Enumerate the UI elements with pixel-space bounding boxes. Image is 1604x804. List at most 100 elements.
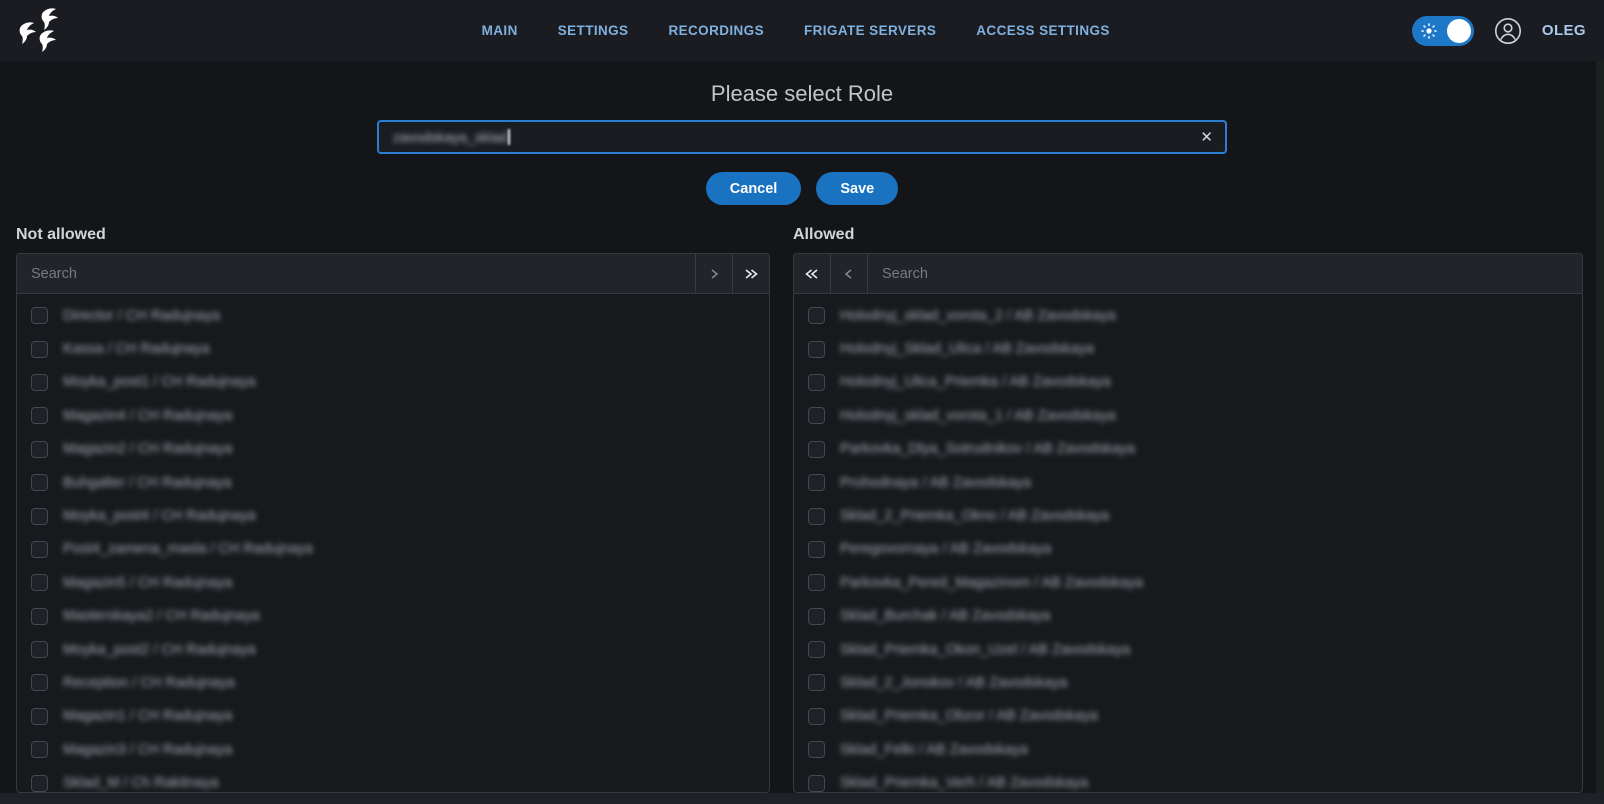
checkbox[interactable] (31, 541, 48, 558)
role-search-input[interactable]: zavodskaya_sklad ✕ (377, 120, 1227, 154)
checkbox[interactable] (31, 574, 48, 591)
app-logo[interactable] (18, 7, 70, 55)
list-item[interactable]: Sklad_Burchak / AB Zavodskaya (794, 600, 1582, 633)
list-item[interactable]: Kassa / CH Radujnaya (17, 332, 769, 365)
checkbox[interactable] (31, 474, 48, 491)
checkbox[interactable] (808, 474, 825, 491)
list-item[interactable]: Sklad_M / Ch Rakitnaya (17, 766, 769, 792)
list-item[interactable]: Magazin2 / CH Radujnaya (17, 433, 769, 466)
list-item-label: Sklad_M / Ch Rakitnaya (63, 775, 219, 791)
nav-link[interactable]: FRIGATE SERVERS (804, 23, 936, 38)
checkbox[interactable] (808, 641, 825, 658)
list-item[interactable]: Director / CH Radujnaya (17, 299, 769, 332)
checkbox[interactable] (808, 541, 825, 558)
list-item[interactable]: Prohodnaya / AB Zavodskaya (794, 466, 1582, 499)
checkbox[interactable] (31, 674, 48, 691)
theme-toggle[interactable] (1412, 16, 1474, 46)
clear-icon[interactable]: ✕ (1200, 122, 1213, 152)
list-item-label: Director / CH Radujnaya (63, 308, 220, 324)
chevron-right-icon (706, 266, 722, 282)
checkbox[interactable] (31, 441, 48, 458)
nav-link[interactable]: ACCESS SETTINGS (976, 23, 1110, 38)
not-allowed-list: Director / CH Radujnaya Kassa / CH Raduj… (17, 294, 769, 792)
list-item[interactable]: Sklad_Priemka_Verh / AB Zavodskaya (794, 766, 1582, 792)
double-chevron-left-icon (803, 266, 821, 282)
checkbox[interactable] (808, 407, 825, 424)
move-all-right-button[interactable] (732, 254, 769, 293)
move-selected-right-button[interactable] (695, 254, 732, 293)
list-item-label: Moyka_post4 / CH Radujnaya (63, 508, 256, 524)
list-item[interactable]: Sklad_2_Jonokov / AB Zavodskaya (794, 666, 1582, 699)
checkbox[interactable] (808, 574, 825, 591)
list-item[interactable]: Buhgalter / CH Radujnaya (17, 466, 769, 499)
checkbox[interactable] (31, 374, 48, 391)
user-icon[interactable] (1494, 17, 1522, 45)
top-bar-right: OLEG (1412, 16, 1586, 46)
list-item[interactable]: Moyka_post2 / CH Radujnaya (17, 633, 769, 666)
toggle-knob (1447, 19, 1471, 43)
list-item[interactable]: Parkovka_Dlya_Sotrudnikov / AB Zavodskay… (794, 433, 1582, 466)
list-item-label: Holodnyj_sklad_vorota_1 / AB Zavodskaya (840, 408, 1116, 424)
list-item[interactable]: Masterskaya2 / CH Radujnaya (17, 600, 769, 633)
checkbox[interactable] (808, 608, 825, 625)
page-scrollbar[interactable] (1596, 61, 1604, 804)
list-item[interactable]: Magazin5 / CH Radujnaya (17, 566, 769, 599)
checkbox[interactable] (808, 508, 825, 525)
list-item[interactable]: Holodnyj_sklad_vorota_2 / AB Zavodskaya (794, 299, 1582, 332)
list-item[interactable]: Sklad_2_Priemka_Okno / AB Zavodskaya (794, 499, 1582, 532)
checkbox[interactable] (31, 307, 48, 324)
list-item[interactable]: Parkovka_Pered_Magazinom / AB Zavodskaya (794, 566, 1582, 599)
list-item-label: Holodnyj_sklad_vorota_2 / AB Zavodskaya (840, 308, 1116, 324)
checkbox[interactable] (31, 608, 48, 625)
list-item[interactable]: Holodnyj_Sklad_Ulica / AB Zavodskaya (794, 332, 1582, 365)
nav-link[interactable]: RECORDINGS (668, 23, 764, 38)
not-allowed-title: Not allowed (16, 226, 770, 244)
cancel-button[interactable]: Cancel (706, 172, 802, 205)
list-item-label: Peregovornaya / AB Zavodskaya (840, 541, 1051, 557)
checkbox[interactable] (808, 374, 825, 391)
list-item[interactable]: Sklad_Priemka_Obzor / AB Zavodskaya (794, 700, 1582, 733)
checkbox[interactable] (31, 741, 48, 758)
list-item[interactable]: Reception / CH Radujnaya (17, 666, 769, 699)
checkbox[interactable] (808, 741, 825, 758)
action-buttons: Cancel Save (0, 172, 1604, 205)
list-item-label: Magazin4 / CH Radujnaya (63, 408, 232, 424)
checkbox[interactable] (808, 341, 825, 358)
checkbox[interactable] (808, 674, 825, 691)
checkbox[interactable] (31, 407, 48, 424)
username[interactable]: OLEG (1542, 22, 1586, 39)
list-item[interactable]: Holodnyj_sklad_vorota_1 / AB Zavodskaya (794, 399, 1582, 432)
bottom-strip (0, 793, 1604, 804)
save-button[interactable]: Save (816, 172, 898, 205)
list-item[interactable]: Magazin4 / CH Radujnaya (17, 399, 769, 432)
checkbox[interactable] (808, 775, 825, 792)
sun-icon (1421, 23, 1437, 39)
not-allowed-panel-header (17, 254, 769, 294)
checkbox[interactable] (31, 708, 48, 725)
list-item[interactable]: Sklad_Priemka_Okon_Uzel / AB Zavodskaya (794, 633, 1582, 666)
not-allowed-search-input[interactable] (17, 254, 695, 293)
checkbox[interactable] (808, 708, 825, 725)
move-all-left-button[interactable] (794, 254, 831, 293)
checkbox[interactable] (31, 341, 48, 358)
checkbox[interactable] (31, 641, 48, 658)
list-item[interactable]: Post4_zamena_masla / CH Radujnaya (17, 533, 769, 566)
checkbox[interactable] (31, 508, 48, 525)
list-item[interactable]: Magazin1 / CH Radujnaya (17, 700, 769, 733)
transfer-columns: Not allowed (0, 226, 1604, 793)
list-item-label: Sklad_2_Priemka_Okno / AB Zavodskaya (840, 508, 1109, 524)
list-item[interactable]: Sklad_Felki / AB Zavodskaya (794, 733, 1582, 766)
checkbox[interactable] (31, 775, 48, 792)
list-item[interactable]: Magazin3 / CH Radujnaya (17, 733, 769, 766)
list-item[interactable]: Peregovornaya / AB Zavodskaya (794, 533, 1582, 566)
list-item[interactable]: Moyka_post4 / CH Radujnaya (17, 499, 769, 532)
allowed-panel: Holodnyj_sklad_vorota_2 / AB Zavodskaya … (793, 253, 1583, 793)
list-item[interactable]: Moyka_post1 / CH Radujnaya (17, 366, 769, 399)
checkbox[interactable] (808, 307, 825, 324)
checkbox[interactable] (808, 441, 825, 458)
nav-link[interactable]: SETTINGS (558, 23, 629, 38)
move-selected-left-button[interactable] (831, 254, 868, 293)
list-item[interactable]: Holodnyj_Ulica_Priemka / AB Zavodskaya (794, 366, 1582, 399)
allowed-search-input[interactable] (868, 254, 1582, 293)
nav-link[interactable]: MAIN (482, 23, 518, 38)
